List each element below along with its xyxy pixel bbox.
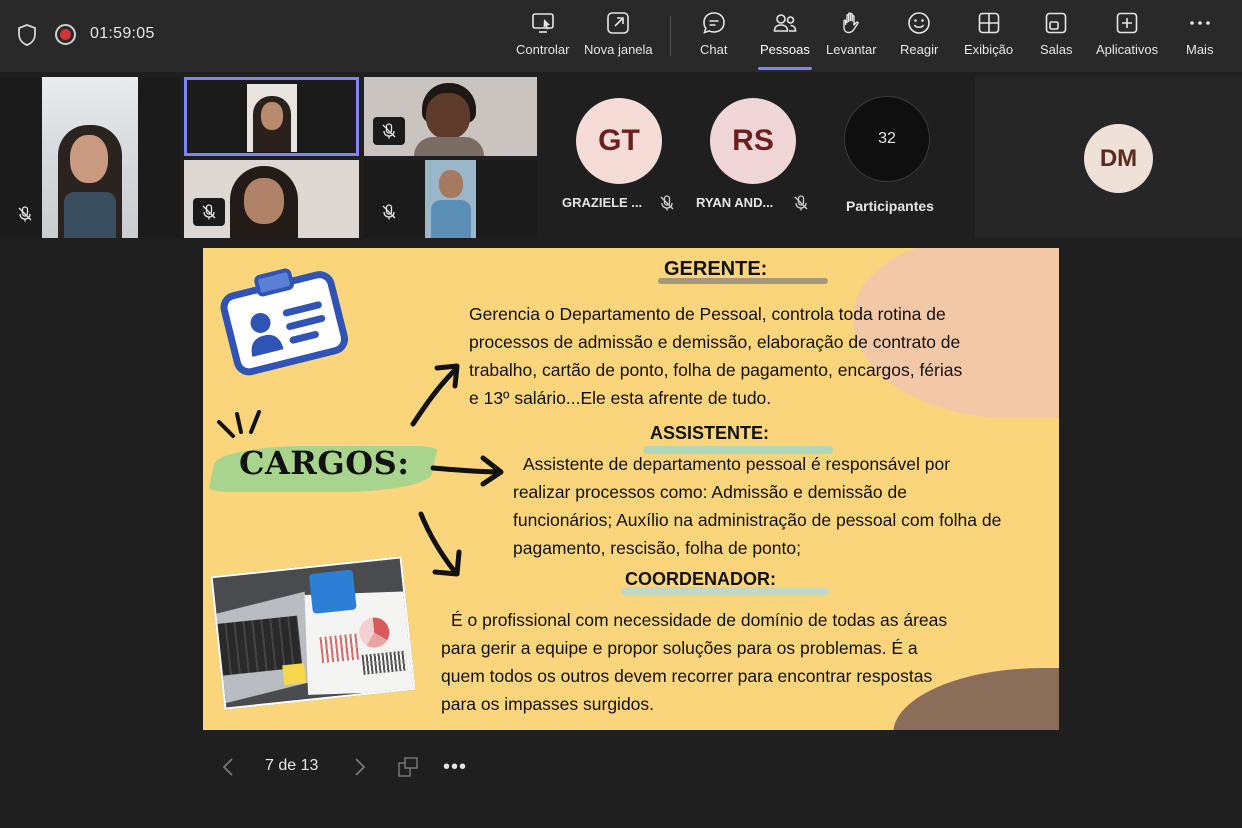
arrow-down-right-icon [418, 511, 462, 577]
text-line: e 13º salário...Ele esta afrente de tudo… [469, 388, 772, 408]
text-line: É o profissional com necessidade de domí… [451, 610, 948, 630]
chat-icon [702, 12, 725, 34]
text-line: Gerencia o Departamento de Pessoal, cont… [469, 304, 946, 324]
text-line: pagamento, rescisão, folha de ponto; [513, 538, 801, 558]
exibicao-label: Exibição [964, 42, 1014, 57]
meeting-toolbar: 01:59:05 Controlar Nova janela Chat Pess… [0, 0, 1242, 72]
exibicao-button[interactable]: Exibição [964, 10, 1013, 66]
avatar-gt[interactable]: GT [576, 98, 662, 184]
reagir-button[interactable]: Reagir [900, 10, 938, 66]
avatar-initials: GT [598, 124, 640, 157]
smiley-icon [908, 12, 930, 34]
mais-button[interactable]: Mais [1186, 10, 1213, 66]
add-apps-icon [1116, 12, 1138, 34]
emphasis-strokes-icon [217, 410, 261, 438]
avatar-rs[interactable]: RS [710, 98, 796, 184]
mic-off-icon [382, 123, 396, 139]
assistente-description: Assistente de departamento pessoal é res… [513, 450, 1001, 562]
reagir-label: Reagir [900, 42, 939, 57]
assistente-heading: ASSISTENTE: [650, 423, 770, 443]
toolbar-divider [670, 16, 671, 56]
nova-janela-label: Nova janela [584, 42, 653, 57]
raise-hand-icon [843, 12, 859, 34]
slide-page-indicator: 7 de 13 [265, 757, 319, 774]
mic-off-icon [660, 195, 674, 211]
participant-video [247, 84, 297, 152]
next-slide-button[interactable] [352, 757, 368, 777]
aplicativos-button[interactable]: Aplicativos [1096, 10, 1158, 66]
nova-janela-button[interactable]: Nova janela [584, 10, 653, 66]
shield-icon[interactable] [16, 23, 38, 47]
chat-button[interactable]: Chat [700, 10, 727, 66]
text-line: trabalho, cartão de ponto, folha de paga… [469, 360, 963, 380]
id-card-icon [220, 268, 349, 376]
previous-slide-button[interactable] [220, 757, 236, 777]
salas-label: Salas [1040, 42, 1073, 57]
recording-icon [55, 24, 76, 45]
aplicativos-label: Aplicativos [1096, 42, 1159, 57]
controlar-button[interactable]: Controlar [516, 10, 569, 66]
text-line: realizar processos como: Admissão e demi… [513, 482, 907, 502]
participant-video-tile[interactable] [0, 77, 180, 238]
pop-out-icon [607, 12, 630, 34]
meeting-timer: 01:59:05 [90, 25, 155, 42]
participant-count: 32 [878, 130, 896, 147]
participant-video-tile-selected[interactable] [184, 77, 359, 156]
participant-name: RYAN AND... [696, 195, 774, 210]
avatar-dm[interactable]: DM [1084, 124, 1153, 193]
participant-video [224, 166, 304, 238]
participant-video [425, 160, 476, 238]
participant-video-tile[interactable] [364, 77, 537, 156]
controlar-label: Controlar [516, 42, 570, 57]
gerente-heading: GERENTE: [664, 258, 768, 280]
mais-label: Mais [1186, 42, 1214, 57]
breakout-rooms-icon [1045, 12, 1067, 34]
text-line: funcionários; Auxílio na administração d… [513, 510, 1002, 530]
view-grid-icon [978, 12, 999, 34]
participant-name: GRAZIELE ... [562, 195, 643, 210]
muted-indicator [373, 198, 405, 226]
text-line: para os impasses surgidos. [441, 694, 655, 714]
participant-video [42, 77, 138, 238]
cargos-heading: CARGOS: [239, 444, 410, 482]
arrow-up-right-icon [410, 363, 460, 427]
muted-indicator [373, 117, 405, 145]
more-options-icon [1189, 21, 1210, 25]
arrow-right-icon [430, 455, 504, 487]
gerente-description: Gerencia o Departamento de Pessoal, cont… [469, 300, 962, 412]
participantes-label: Participantes [846, 198, 934, 214]
salas-button[interactable]: Salas [1040, 10, 1073, 66]
avatar-initials: DM [1099, 144, 1138, 172]
coordenador-heading: COORDENADOR: [625, 569, 776, 589]
avatar-initials: RS [732, 124, 774, 157]
mic-off-icon [382, 204, 396, 220]
participant-video [414, 83, 484, 156]
shared-presentation-slide: CARGOS: GERENTE: Gerencia o Departamento… [203, 248, 1059, 730]
people-icon [773, 14, 797, 32]
slide-thumbnails-icon[interactable] [396, 755, 420, 779]
more-slide-options-button[interactable]: ••• [443, 756, 467, 779]
levantar-button[interactable]: Levantar [826, 10, 877, 66]
mic-off-icon [202, 204, 216, 220]
more-participants-button[interactable]: 32 [844, 96, 930, 182]
text-line: processos de admissão e demissão, elabor… [469, 332, 961, 352]
mic-off-icon [18, 206, 32, 222]
office-desk-photo [210, 556, 416, 710]
pessoas-label: Pessoas [760, 42, 810, 57]
chat-label: Chat [700, 42, 728, 57]
muted-indicator [9, 200, 41, 228]
text-line: para gerir a equipe e propor soluções pa… [441, 638, 918, 658]
levantar-label: Levantar [826, 42, 877, 57]
active-tab-indicator [757, 67, 812, 70]
text-line: Assistente de departamento pessoal é res… [523, 454, 951, 474]
participant-video-tile[interactable] [184, 160, 359, 238]
take-control-icon [531, 13, 554, 33]
pessoas-button[interactable]: Pessoas [757, 10, 812, 70]
participant-video-tile[interactable] [364, 160, 537, 238]
coordenador-description: É o profissional com necessidade de domí… [441, 606, 947, 718]
text-line: quem todos os outros devem recorrer para… [441, 666, 933, 686]
muted-indicator [193, 198, 225, 226]
mic-off-icon [794, 195, 808, 211]
